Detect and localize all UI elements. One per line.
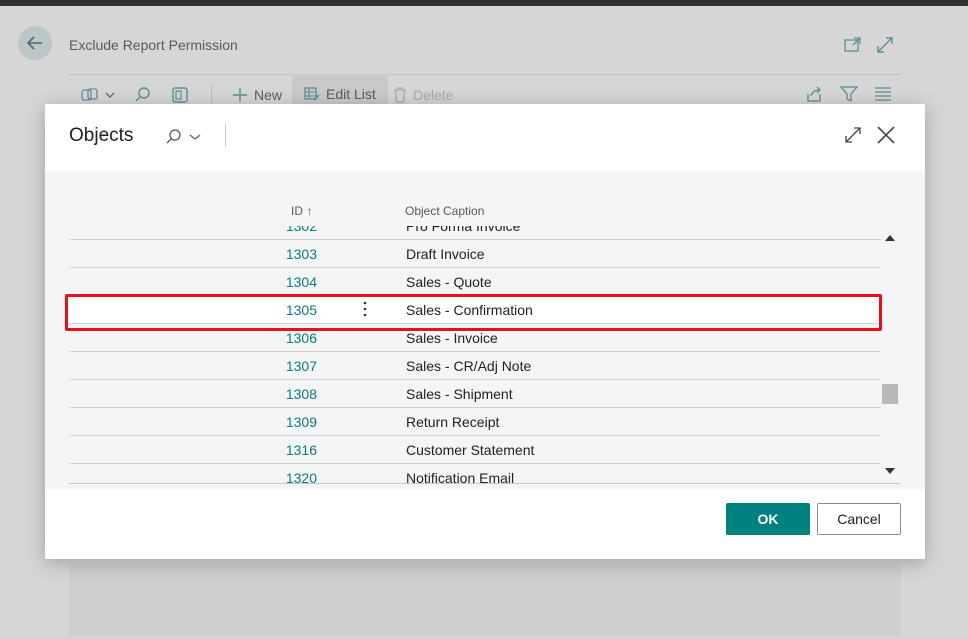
grid-bottom-border bbox=[69, 483, 901, 484]
row-id-link[interactable]: 1307 bbox=[69, 358, 317, 374]
analyze-icon bbox=[81, 88, 98, 101]
new-button-label: New bbox=[254, 87, 283, 103]
expand-icon[interactable] bbox=[843, 125, 863, 145]
layout-icon[interactable] bbox=[171, 86, 189, 104]
delete-button-label: Delete bbox=[413, 87, 454, 103]
share-icon[interactable] bbox=[805, 85, 823, 103]
row-caption: Sales - Confirmation bbox=[406, 302, 533, 318]
table-row[interactable]: 1316 Customer Statement bbox=[69, 436, 881, 464]
row-id-link[interactable]: 1320 bbox=[69, 470, 317, 483]
header-divider bbox=[225, 124, 226, 146]
table-row[interactable]: 1303 Draft Invoice bbox=[69, 240, 881, 268]
grid-rows: 1302 Pro Forma Invoice 1303 Draft Invoice 13… bbox=[69, 226, 881, 483]
row-caption: Pro Forma Invoice bbox=[406, 226, 521, 234]
trash-icon bbox=[394, 87, 406, 103]
toolbar-divider bbox=[211, 84, 212, 106]
dialog-search-toggle[interactable] bbox=[165, 126, 201, 148]
scroll-down-icon[interactable] bbox=[885, 468, 895, 474]
back-button[interactable] bbox=[18, 26, 52, 60]
row-id-link[interactable]: 1309 bbox=[69, 414, 317, 430]
chevron-down-icon bbox=[189, 134, 201, 140]
table-row[interactable]: 1305 Sales - Confirmation bbox=[69, 296, 881, 324]
chevron-down-icon bbox=[105, 92, 115, 98]
cancel-button[interactable]: Cancel bbox=[817, 503, 901, 535]
delete-button[interactable]: Delete bbox=[393, 84, 453, 106]
open-in-new-window-icon[interactable] bbox=[843, 35, 863, 55]
analyze-dropdown[interactable] bbox=[81, 84, 115, 106]
ok-button[interactable]: OK bbox=[726, 503, 810, 535]
table-row[interactable]: 1308 Sales - Shipment bbox=[69, 380, 881, 408]
list-view-icon[interactable] bbox=[874, 86, 892, 102]
edit-list-icon bbox=[304, 87, 320, 101]
more-options-icon[interactable] bbox=[359, 299, 371, 319]
row-id-link[interactable]: 1308 bbox=[69, 386, 317, 402]
plus-icon bbox=[233, 88, 247, 102]
row-caption: Return Receipt bbox=[406, 414, 500, 430]
table-row[interactable]: 1302 Pro Forma Invoice bbox=[69, 226, 881, 240]
table-row[interactable]: 1306 Sales - Invoice bbox=[69, 324, 881, 352]
row-caption: Sales - Shipment bbox=[406, 386, 513, 402]
row-caption: Notification Email bbox=[406, 470, 515, 483]
table-row[interactable]: 1307 Sales - CR/Adj Note bbox=[69, 352, 881, 380]
column-header-caption[interactable]: Object Caption bbox=[405, 204, 484, 218]
dialog-header: Objects bbox=[45, 104, 925, 171]
row-id-link[interactable]: 1303 bbox=[69, 246, 317, 262]
row-caption: Draft Invoice bbox=[406, 246, 485, 262]
edit-list-button-label: Edit List bbox=[326, 86, 376, 102]
back-arrow-icon bbox=[26, 36, 42, 50]
row-caption: Sales - CR/Adj Note bbox=[406, 358, 532, 374]
row-id-link[interactable]: 1302 bbox=[69, 226, 317, 234]
table-row[interactable]: 1304 Sales - Quote bbox=[69, 268, 881, 296]
scrollbar-thumb[interactable] bbox=[882, 384, 898, 404]
row-caption: Sales - Invoice bbox=[406, 330, 498, 346]
filter-icon[interactable] bbox=[840, 85, 858, 103]
new-button[interactable]: New bbox=[232, 84, 282, 106]
grid-scrollbar[interactable] bbox=[881, 226, 899, 483]
table-row[interactable]: 1309 Return Receipt bbox=[69, 408, 881, 436]
column-header-id[interactable]: ID ↑ bbox=[291, 204, 312, 218]
row-caption: Customer Statement bbox=[406, 442, 535, 458]
dialog-title: Objects bbox=[69, 125, 134, 146]
objects-grid: ID ↑ Object Caption 1302 Pro Forma Invoic… bbox=[45, 171, 925, 489]
expand-icon[interactable] bbox=[875, 35, 895, 55]
search-icon bbox=[166, 129, 181, 144]
header-separator bbox=[69, 74, 901, 75]
row-id-link[interactable]: 1316 bbox=[69, 442, 317, 458]
search-icon[interactable] bbox=[134, 86, 152, 104]
row-caption: Sales - Quote bbox=[406, 274, 492, 290]
background-content-area bbox=[69, 565, 901, 637]
scroll-up-icon[interactable] bbox=[885, 235, 895, 241]
row-id-link[interactable]: 1305 bbox=[69, 302, 317, 318]
page-title: Exclude Report Permission bbox=[69, 37, 238, 53]
row-id-link[interactable]: 1306 bbox=[69, 330, 317, 346]
table-row[interactable]: 1320 Notification Email bbox=[69, 464, 881, 483]
objects-dialog: Objects ID ↑ Object Caption 1302 Pro Form… bbox=[45, 104, 925, 559]
grid-rows-viewport: 1302 Pro Forma Invoice 1303 Draft Invoice 13… bbox=[69, 226, 881, 483]
close-icon[interactable] bbox=[875, 124, 897, 146]
row-id-link[interactable]: 1304 bbox=[69, 274, 317, 290]
